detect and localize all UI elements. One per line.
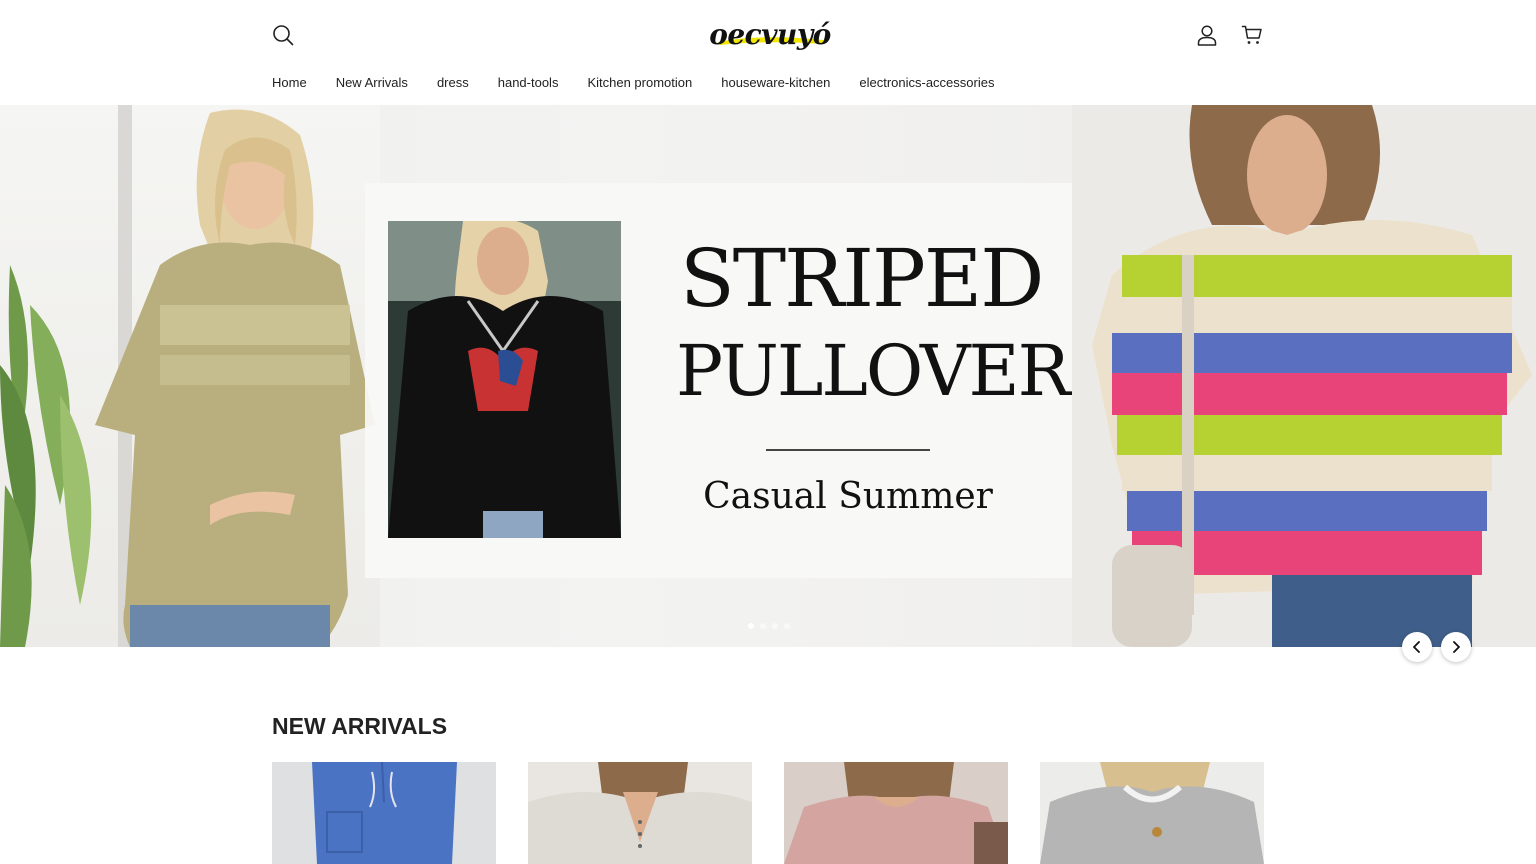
- nav-item-dress[interactable]: dress: [437, 74, 469, 94]
- search-button[interactable]: [268, 20, 298, 50]
- hero-subtitle: Casual Summer: [703, 476, 993, 517]
- slide-indicators: [748, 623, 790, 629]
- product-image-white-henley-top: [528, 762, 752, 864]
- hero-banner[interactable]: STRIPED PULLOVER Casual Summer: [0, 105, 1536, 647]
- search-icon: [273, 25, 294, 46]
- product-image-pink-sweatshirt: [784, 762, 1008, 864]
- hero-title-line1: STRIPED: [680, 232, 1044, 325]
- product-card-3[interactable]: [784, 762, 1008, 864]
- product-image-blue-pants: [272, 762, 496, 864]
- product-card-4[interactable]: [1040, 762, 1264, 864]
- nav-item-home[interactable]: Home: [272, 74, 307, 94]
- cart-button[interactable]: [1237, 20, 1267, 50]
- hero-divider: [766, 449, 930, 451]
- hero-title-line2: PULLOVER: [676, 330, 1070, 412]
- model-right-image: [1072, 105, 1536, 647]
- chevron-left-icon: [1413, 641, 1420, 653]
- nav-item-electronics-accessories[interactable]: electronics-accessories: [859, 74, 994, 94]
- product-card-1[interactable]: [272, 762, 496, 864]
- account-icon: [1197, 25, 1217, 46]
- slide-dot-3[interactable]: [772, 623, 778, 629]
- nav-item-hand-tools[interactable]: hand-tools: [498, 74, 559, 94]
- nav-item-kitchen-promotion[interactable]: Kitchen promotion: [587, 74, 692, 94]
- inset-photo: [388, 221, 621, 538]
- inset-model-image: [388, 221, 621, 538]
- account-button[interactable]: [1192, 20, 1222, 50]
- site-logo[interactable]: oecvuyó: [708, 12, 832, 56]
- nav-item-new-arrivals[interactable]: New Arrivals: [336, 74, 408, 94]
- nav-item-houseware-kitchen[interactable]: houseware-kitchen: [721, 74, 830, 94]
- logo-text: oecvuyó: [709, 17, 831, 51]
- slider-next-button[interactable]: [1441, 632, 1471, 662]
- section-title-new-arrivals: NEW ARRIVALS: [272, 713, 448, 739]
- slide-dot-2[interactable]: [760, 623, 766, 629]
- slide-dot-4[interactable]: [784, 623, 790, 629]
- slider-prev-button[interactable]: [1402, 632, 1432, 662]
- product-card-2[interactable]: [528, 762, 752, 864]
- main-nav: Home New Arrivals dress hand-tools Kitch…: [272, 74, 1023, 94]
- product-image-grey-knit-sweater: [1040, 762, 1264, 864]
- site-header: oecvuyó Home New Arrivals dress hand-too…: [0, 0, 1536, 105]
- chevron-right-icon: [1453, 641, 1460, 653]
- cart-icon: [1241, 25, 1262, 44]
- model-left-image: [95, 109, 375, 647]
- slide-dot-1[interactable]: [748, 623, 754, 629]
